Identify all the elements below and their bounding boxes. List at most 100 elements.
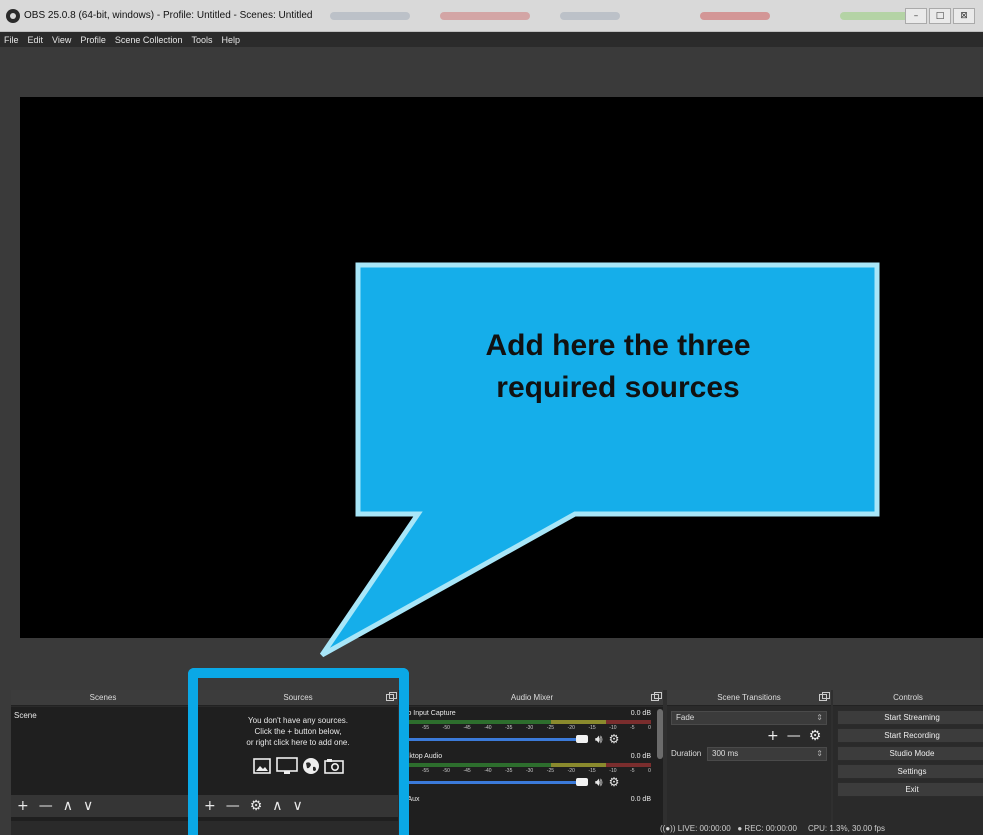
blurred-tab [330,12,410,20]
speaker-icon[interactable]: 🔊︎ [595,732,603,747]
remove-scene-button[interactable]: — [39,798,53,814]
close-button[interactable]: ⊠ [953,8,975,24]
window-controls: – □ ⊠ [905,8,975,24]
tick-label: -35 [505,768,513,774]
volume-meter [401,720,651,724]
menu-profile[interactable]: Profile [80,35,106,45]
gear-icon[interactable]: ⚙ [609,775,620,790]
volume-slider-handle[interactable] [576,778,588,786]
channel-db: 0.0 dB [630,753,651,760]
audio-mixer-header: Audio Mixer [401,690,663,706]
controls-header: Controls [833,690,983,706]
blurred-tab [440,12,530,20]
float-dock-icon[interactable] [651,692,662,701]
duration-label: Duration [671,749,702,758]
scenes-title: Scenes [89,693,117,702]
audio-mixer-dock: Audio Mixer dio Input Capture 0.0 dB -60 -5… [401,690,663,835]
menu-view[interactable]: View [52,35,71,45]
mixer-scrollbar[interactable] [657,709,663,759]
tick-label: -5 [630,768,635,774]
menu-file[interactable]: File [4,35,19,45]
tick-label: -40 [484,768,492,774]
tick-label: -5 [630,725,635,731]
channel-db: 0.0 dB [630,710,651,717]
list-item[interactable]: Scene [14,711,37,720]
transition-select[interactable]: Fade ⇕ [671,711,827,725]
mixer-channel: dio Input Capture 0.0 dB -60 -55 -50 -45 -40 -3… [401,710,655,753]
gear-icon[interactable]: ⚙ [609,732,620,747]
settings-button[interactable]: Settings [837,764,983,779]
transitions-title: Scene Transitions [717,693,781,702]
tick-label: -20 [567,768,575,774]
scenes-toolbar: + — ∧ ∨ [11,795,195,817]
volume-slider-track[interactable] [401,738,576,741]
controls-title: Controls [893,693,923,702]
transitions-body: Fade ⇕ + — ⚙ Duration 300 ms ⇕ [667,707,831,821]
maximize-button[interactable]: □ [929,8,951,24]
cpu-status: CPU: 1.3%, 30.00 fps [808,824,885,833]
transition-toolbar: + — ⚙ [767,728,821,744]
start-streaming-button[interactable]: Start Streaming [837,710,983,725]
blurred-tab [700,12,770,20]
menu-edit[interactable]: Edit [28,35,44,45]
float-dock-icon[interactable] [819,692,830,701]
callout-line: Add here the three [485,329,751,362]
title-bar: OBS 25.0.8 (64-bit, windows) - Profile: … [0,0,983,32]
callout-text: Add here the three required sources [358,325,878,409]
tick-label: -30 [525,768,534,774]
blurred-tab [560,12,620,20]
rec-status: REC: 00:00:00 [744,824,797,833]
minimize-button[interactable]: – [905,8,927,24]
remove-transition-button[interactable]: — [787,728,801,744]
move-up-button[interactable]: ∧ [63,798,73,814]
tick-label: -20 [567,725,575,731]
controls-dock: Controls Start Streaming Start Recording… [833,690,983,835]
menu-help[interactable]: Help [221,35,240,45]
speaker-icon[interactable]: 🔊︎ [595,775,603,790]
channel-db: 0.0 dB [630,796,651,803]
obs-logo-icon [6,9,20,23]
transition-properties-button[interactable]: ⚙ [809,728,822,744]
volume-slider-handle[interactable] [576,735,588,743]
transitions-header: Scene Transitions [667,690,831,706]
menu-scene-collection[interactable]: Scene Collection [115,35,183,45]
tick-label: -45 [463,725,471,731]
tick-label: 0 [648,768,651,774]
volume-slider-track[interactable] [401,781,576,784]
scenes-header: Scenes [11,690,195,706]
exit-button[interactable]: Exit [837,782,983,797]
tick-label: -40 [484,725,492,731]
tick-label: -25 [546,768,555,774]
channel-controls: 🔊︎ ⚙ [595,775,619,790]
blurred-tab [840,12,910,20]
duration-input[interactable]: 300 ms ⇕ [707,747,827,761]
scene-transitions-dock: Scene Transitions Fade ⇕ + — ⚙ Duration … [667,690,831,835]
tick-label: -15 [588,768,596,774]
studio-mode-button[interactable]: Studio Mode [837,746,983,761]
meter-ticks: -60 -55 -50 -45 -40 -35 -30 -25 -20 -15 -10 -5 0 [401,768,651,774]
add-transition-button[interactable]: + [767,728,779,744]
tick-label: 0 [648,725,651,731]
tick-label: -50 [442,768,450,774]
move-down-button[interactable]: ∨ [83,798,93,814]
tick-label: -35 [505,725,513,731]
menu-tools[interactable]: Tools [191,35,212,45]
tick-label: -15 [588,725,596,731]
menu-bar: File Edit View Profile Scene Collection … [0,32,983,47]
add-scene-button[interactable]: + [17,798,29,814]
channel-name: dio Input Capture [402,710,456,717]
scenes-dock: Scenes Scene + — ∧ ∨ [11,690,195,835]
audio-mixer-title: Audio Mixer [510,693,554,702]
audio-mixer-body: dio Input Capture 0.0 dB -60 -55 -50 -45 -40 -3… [401,707,663,835]
tick-label: -10 [609,725,617,731]
status-bar: ((●)) LIVE: 00:00:00 ● REC: 00:00:00 CPU… [660,824,885,833]
channel-controls: 🔊︎ ⚙ [595,732,619,747]
duration-value: 300 ms [712,749,739,758]
spin-arrows-icon[interactable]: ⇕ [816,748,823,760]
sources-highlight [188,668,409,835]
live-icon: ((●)) [660,824,676,833]
window-title: OBS 25.0.8 (64-bit, windows) - Profile: … [24,10,313,21]
start-recording-button[interactable]: Start Recording [837,728,983,743]
tick-label: -50 [442,725,450,731]
callout-line: required sources [496,371,740,404]
